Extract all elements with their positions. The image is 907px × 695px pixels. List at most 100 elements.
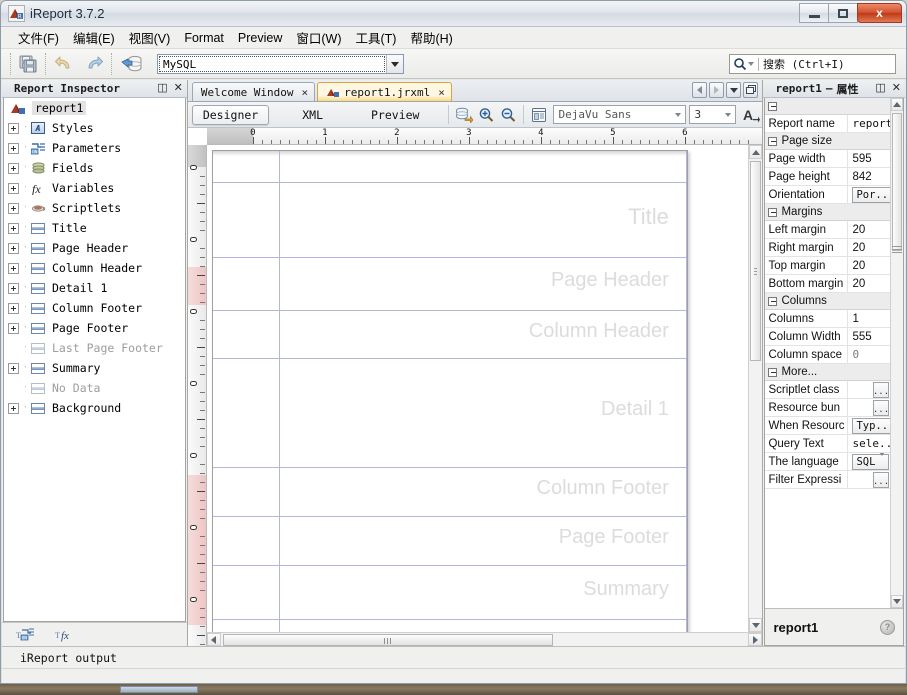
font-family-combo[interactable]: DejaVu Sans [553,105,687,124]
tree-node-styles[interactable]: ‧ A Styles [4,118,185,138]
report-design-canvas[interactable]: 0123456 Title Page Header Column Header D [187,128,763,646]
collapse-toggle-icon[interactable] [768,136,778,146]
properties-sheet[interactable]: Report name report1 ... Page size Page w… [764,98,904,646]
property-row-when-resource-missing[interactable]: When Resourc Typ... [765,417,890,435]
tree-node-no-data[interactable]: ‧ No Data [4,378,185,398]
vertical-scroll-thumb[interactable] [750,161,762,361]
property-row-column-width[interactable]: Column Width 555 [765,328,890,346]
property-row-filter-expression[interactable]: Filter Expressi ... [765,471,890,489]
taskbar-item[interactable] [120,686,198,693]
close-panel-icon[interactable]: ✕ [174,82,183,94]
minimize-button[interactable] [799,3,829,23]
expand-toggle-icon[interactable] [8,162,19,174]
property-value[interactable]: sele... ... [848,435,890,452]
tree-node-summary[interactable]: ‧ Summary [4,358,185,378]
tree-node-page-footer[interactable]: ‧ Page Footer [4,318,185,338]
help-icon[interactable]: ? [880,619,895,635]
chevron-down-icon[interactable] [879,453,885,468]
tab-preview[interactable]: Preview [360,105,430,125]
add-variable-button[interactable]: T fx [55,627,77,642]
scroll-tabs-left-button[interactable] [692,82,708,98]
property-value[interactable]: 20 [848,221,890,238]
close-tab-icon[interactable]: × [302,86,309,99]
property-row-column-space[interactable]: Column space 0 [765,346,890,364]
close-tab-icon[interactable]: × [438,86,445,99]
band-separator[interactable] [212,257,687,258]
expand-toggle-icon[interactable] [8,142,19,154]
font-size-dropdown-arrow[interactable] [720,112,735,117]
horizontal-scroll-thumb[interactable] [222,633,553,646]
scroll-tabs-right-button[interactable] [709,82,725,98]
property-row-language[interactable]: The language SQL [765,453,890,471]
scroll-left-button[interactable] [206,633,221,646]
property-value[interactable]: ... [848,471,890,488]
property-row-columns[interactable]: Columns 1 [765,310,890,328]
page-viewport[interactable]: Title Page Header Column Header Detail 1 Col… [206,145,749,632]
when-resource-missing-combo[interactable]: Typ... [852,417,890,434]
open-editor-button[interactable]: ... [873,399,889,416]
canvas-horizontal-scrollbar[interactable] [206,632,763,646]
expand-toggle-icon[interactable] [8,262,19,274]
tree-node-variables[interactable]: ‧ fx Variables [4,178,185,198]
properties-vertical-scrollbar[interactable] [890,98,903,608]
band-separator[interactable] [212,182,687,183]
band-separator[interactable] [212,516,687,517]
property-row-bottom-margin[interactable]: Bottom margin 20 [765,275,890,293]
menu-preview[interactable]: Preview [231,29,289,47]
property-row-top-margin[interactable]: Top margin 20 [765,257,890,275]
property-row-page-height[interactable]: Page height 842 [765,168,890,186]
tab-list-button[interactable] [726,82,742,98]
tab-xml[interactable]: XML [291,105,334,125]
tree-node-page-header[interactable]: ‧ Page Header [4,238,185,258]
tree-node-parameters[interactable]: ‧ ON Parameters [4,138,185,158]
property-value[interactable]: 20 [848,275,890,292]
expand-toggle-icon[interactable] [8,242,19,254]
maximize-button[interactable] [828,3,858,23]
property-row-report-name[interactable]: Report name report1 ... [765,115,890,133]
close-button[interactable]: x [857,3,902,23]
scroll-right-button[interactable] [748,633,763,646]
property-value[interactable]: 0 [848,346,890,363]
property-value[interactable]: 20 [848,257,890,274]
add-parameter-button[interactable]: T ON [16,627,35,642]
menu-window[interactable]: 窗口(W) [289,26,348,49]
search-options-chevron-icon[interactable] [748,62,754,66]
menu-tools[interactable]: 工具(T) [349,26,404,49]
property-value[interactable]: SQL [848,453,890,470]
property-row-page-width[interactable]: Page width 595 [765,150,890,168]
output-window-bar[interactable]: iReport output [2,646,905,668]
report-page[interactable]: Title Page Header Column Header Detail 1 Col… [211,150,688,632]
property-value[interactable]: 1 [848,310,890,327]
search-input[interactable]: 搜索 (Ctrl+I) [729,54,896,74]
property-group-root[interactable] [765,98,890,115]
property-group-columns[interactable]: Columns [765,293,890,310]
menu-file[interactable]: 文件(F) [11,26,66,49]
open-editor-button[interactable]: ... [873,381,889,398]
property-group-margins[interactable]: Margins [765,204,890,221]
tree-node-report1[interactable]: report1 [4,98,185,118]
expand-toggle-icon[interactable] [8,362,19,374]
property-value[interactable]: ... [848,399,890,416]
property-row-right-margin[interactable]: Right margin 20 [765,239,890,257]
scroll-up-button[interactable] [891,98,903,111]
tab-welcome-window[interactable]: Welcome Window × [191,82,316,101]
tree-node-column-header[interactable]: ‧ Column Header [4,258,185,278]
zoom-out-button[interactable] [497,104,519,126]
properties-scroll-area[interactable]: Report name report1 ... Page size Page w… [765,98,890,608]
expand-toggle-icon[interactable] [8,122,19,134]
orientation-combo[interactable]: Por... [852,186,890,203]
minimize-panel-icon[interactable]: ◫ [157,82,167,94]
menu-view[interactable]: 视图(V) [122,26,178,49]
minimize-panel-icon[interactable]: ◫ [875,82,885,94]
vertical-scroll-thumb[interactable] [892,113,902,251]
property-value[interactable]: report1 ... [848,115,890,132]
menu-format[interactable]: Format [177,29,231,47]
property-row-left-margin[interactable]: Left margin 20 [765,221,890,239]
property-value[interactable]: Typ... [848,417,890,434]
connection-datasource-combo[interactable]: MySQL [157,54,404,74]
tree-node-background[interactable]: ‧ Background [4,398,185,418]
property-value[interactable]: ... [848,381,890,398]
collapse-toggle-icon[interactable] [768,207,778,217]
font-family-dropdown-arrow[interactable] [670,112,685,117]
expand-toggle-icon[interactable] [8,222,19,234]
